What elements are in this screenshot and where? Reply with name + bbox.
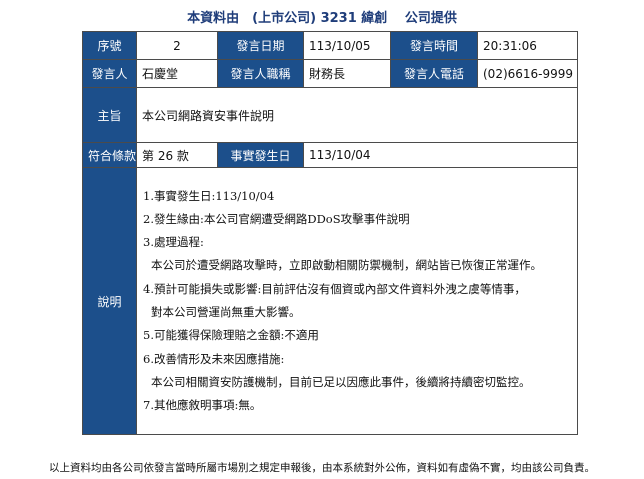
description-line: 7.其他應敘明事項:無。 (143, 398, 262, 413)
table-row: 序號 2 發言日期 113/10/05 發言時間 20:31:06 (82, 31, 578, 60)
description-cell: 1.事實發生日:113/10/04 2.發生緣由:本公司官網遭受網路DDoS攻擊… (136, 167, 578, 435)
table-row: 發言人 石慶堂 發言人職稱 財務長 發言人電話 (02)6616-9999 (82, 59, 578, 88)
table-row: 主旨 本公司網路資安事件說明 (82, 87, 578, 143)
description-line: 2.發生緣由:本公司官網遭受網路DDoS攻擊事件說明 (143, 211, 410, 226)
page-title: 本資料由 (上市公司) 3231 緯創 公司提供 (187, 11, 457, 26)
date-value: 113/10/05 (303, 31, 391, 60)
time-label: 發言時間 (390, 31, 478, 60)
time-value: 20:31:06 (477, 31, 578, 60)
disclaimer-footer: 以上資料均由各公司依發言當時所屬市場別之規定申報後，由本系統對外公佈，資料如有虛… (49, 462, 595, 474)
clause-value: 第 26 款 (136, 142, 218, 168)
phone-label: 發言人電話 (390, 59, 478, 88)
description-line: 4.預計可能損失或影響:目前評估沒有個資或內部文件資料外洩之虞等情事， (143, 281, 526, 296)
description-text: 1.事實發生日:113/10/04 2.發生緣由:本公司官網遭受網路DDoS攻擊… (142, 185, 572, 418)
seq-value: 2 (136, 31, 218, 60)
announcement-table: 序號 2 發言日期 113/10/05 發言時間 20:31:06 發言人 石慶… (82, 31, 578, 435)
table-row: 符合條款 第 26 款 事實發生日 113/10/04 (82, 142, 578, 168)
description-line: 本公司於遭受網路攻擊時，立即啟動相關防禦機制，網站皆已恢復正常運作。 (151, 258, 542, 273)
description-line: 6.改善情形及未來因應措施: (143, 351, 285, 366)
description-line: 本公司相關資安防護機制，目前已足以因應此事件，後續將持續密切監控。 (151, 374, 531, 389)
speaker-label: 發言人 (82, 59, 137, 88)
description-line: 1.事實發生日:113/10/04 (143, 188, 275, 203)
description-line: 對本公司營運尚無重大影響。 (151, 305, 301, 319)
description-line: 3.處理過程: (143, 235, 204, 250)
clause-label: 符合條款 (82, 142, 137, 168)
subject-label: 主旨 (82, 87, 137, 143)
table-row: 說明 1.事實發生日:113/10/04 2.發生緣由:本公司官網遭受網路DDo… (82, 167, 578, 435)
phone-value: (02)6616-9999 (477, 59, 578, 88)
position-value: 財務長 (303, 59, 391, 88)
description-label: 說明 (82, 167, 137, 435)
subject-value: 本公司網路資安事件說明 (136, 87, 578, 143)
event-date-label: 事實發生日 (217, 142, 304, 168)
event-date-value: 113/10/04 (303, 142, 578, 168)
date-label: 發言日期 (217, 31, 304, 60)
seq-label: 序號 (82, 31, 137, 60)
speaker-value: 石慶堂 (136, 59, 218, 88)
position-label: 發言人職稱 (217, 59, 304, 88)
description-line: 5.可能獲得保險理賠之金額:不適用 (143, 328, 319, 343)
